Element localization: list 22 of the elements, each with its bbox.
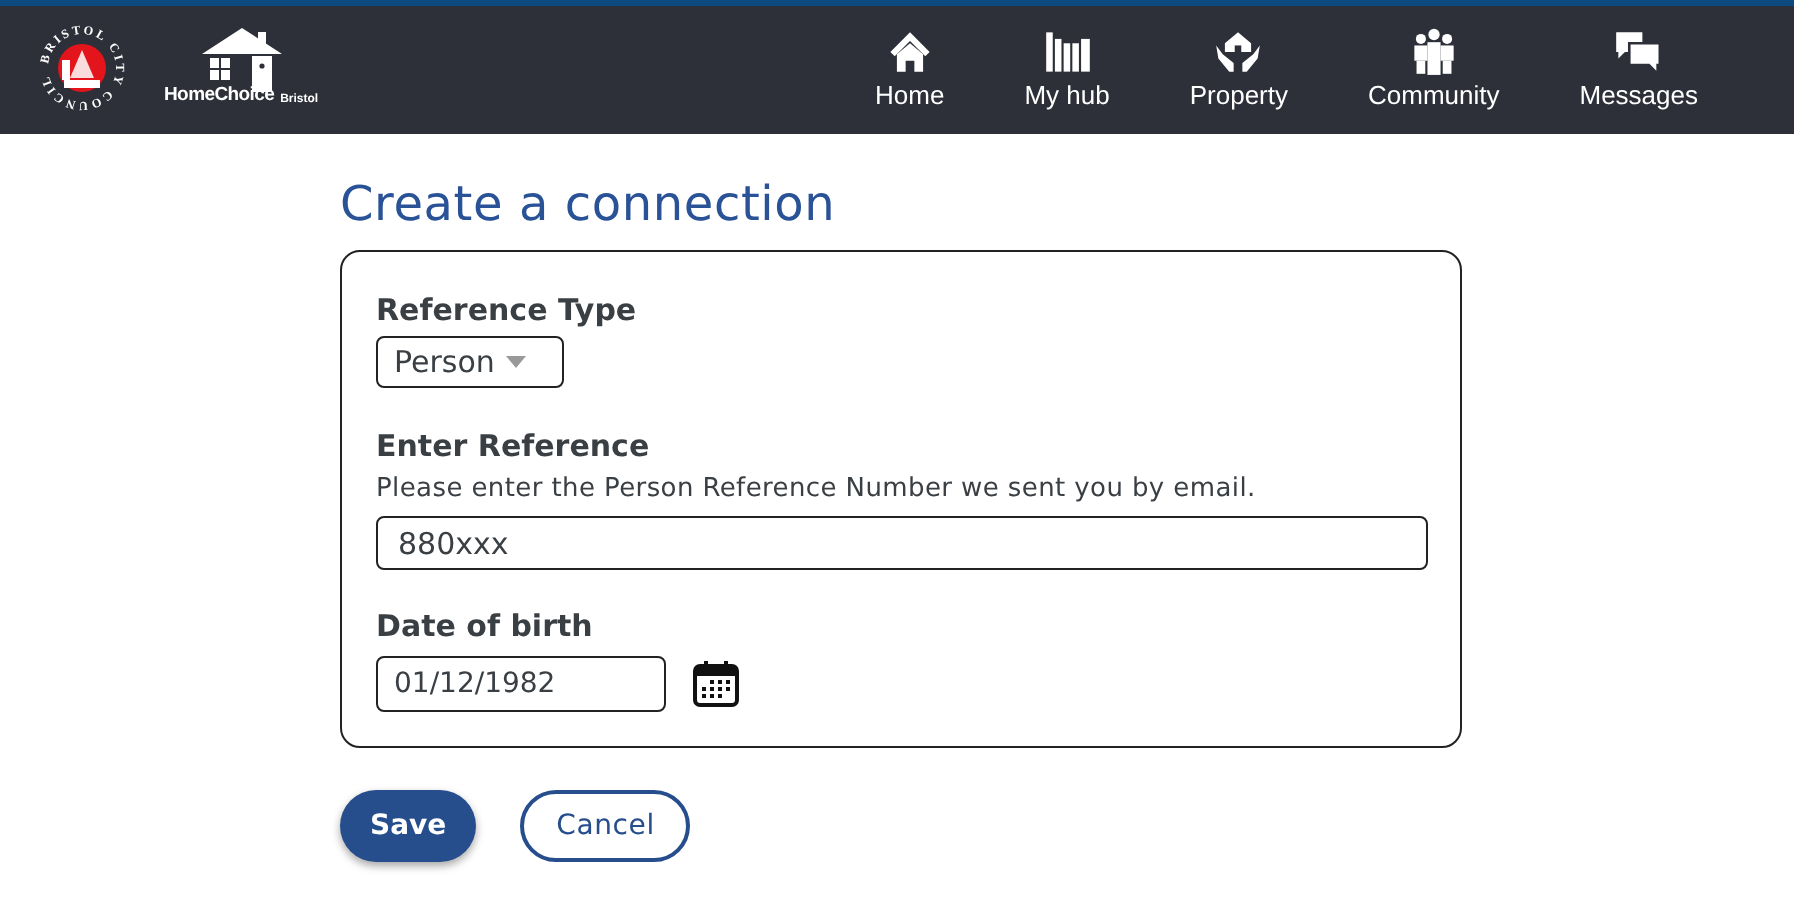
home-icon [885,28,934,76]
field-hint: Please enter the Person Reference Number we sent you by email. [376,474,1258,506]
cancel-button[interactable]: Cancel [520,790,691,862]
house-hands-icon [1214,28,1263,76]
page-title: Create a connection [340,174,838,234]
nav-link[interactable]: Property [1149,6,1328,134]
reference-type-dropdown[interactable]: Person [376,336,564,388]
chat-icon [1614,28,1663,76]
field-label: Reference Type [376,290,639,332]
calendar-icon[interactable] [692,660,740,708]
caret-icon [506,356,527,368]
nav-link[interactable]: Community [1328,6,1540,134]
bar-chart-icon [1043,28,1092,76]
field-label: Enter Reference [376,426,652,468]
people-icon [1409,28,1458,76]
save-button[interactable]: Save [340,790,477,862]
nav-link[interactable]: My hub [984,6,1150,134]
field-label: Date of birth [376,606,595,648]
nav-link[interactable]: Messages [1539,6,1738,134]
nav-link[interactable]: Home [835,6,985,134]
date-input[interactable]: 01/12/1982 [376,656,666,712]
reference-input[interactable]: 880xxx [376,516,1428,570]
